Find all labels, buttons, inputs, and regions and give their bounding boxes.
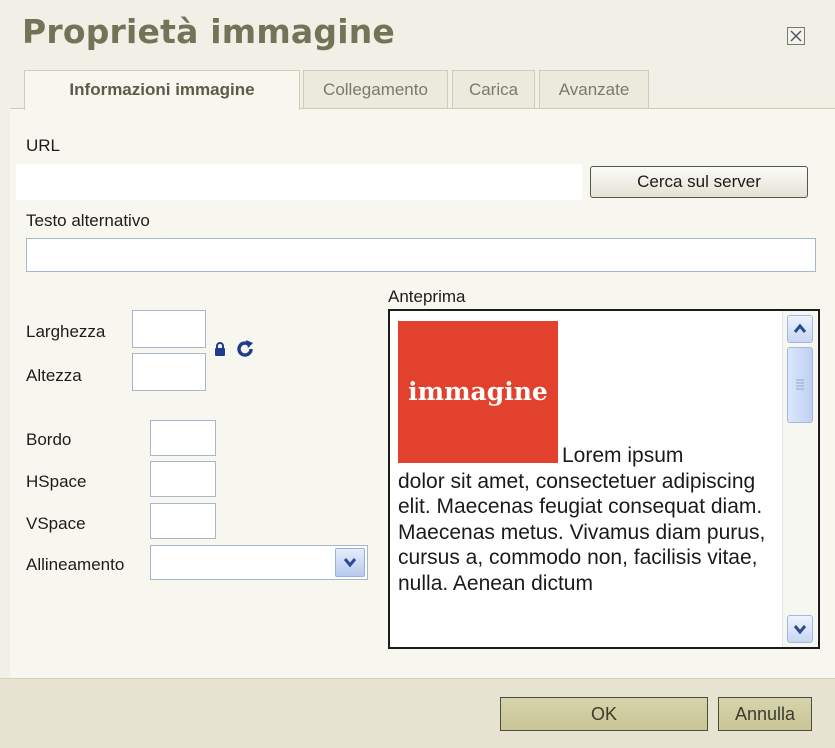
chevron-down-icon [793, 625, 807, 635]
image-properties-dialog: Proprietà immagine Informazioni immagine… [0, 0, 835, 748]
preview-label: Anteprima [388, 287, 466, 306]
align-label: Allineamento [26, 555, 125, 574]
tab-link[interactable]: Collegamento [303, 70, 448, 108]
tab-upload[interactable]: Carica [452, 70, 535, 108]
preview-image: immagine [398, 321, 558, 463]
cancel-button[interactable]: Annulla [718, 697, 812, 731]
preview-text: Lorem ipsum dolor sit amet, consectetuer… [398, 443, 774, 596]
width-label: Larghezza [26, 322, 106, 341]
chevron-up-icon [793, 323, 807, 333]
url-input[interactable] [16, 164, 582, 200]
browse-server-button[interactable]: Cerca sul server [590, 166, 808, 198]
hspace-label: HSpace [26, 472, 87, 491]
chevron-down-icon [343, 558, 357, 568]
height-label: Altezza [26, 366, 82, 385]
preview-text-first-line: Lorem ipsum [562, 444, 684, 467]
border-label: Bordo [26, 430, 72, 449]
tab-image-info[interactable]: Informazioni immagine [24, 70, 300, 110]
dialog-footer: OK Annulla [0, 678, 835, 748]
alt-text-label: Testo alternativo [26, 211, 150, 230]
align-dropdown-button[interactable] [335, 548, 365, 577]
lock-icon[interactable] [214, 342, 226, 361]
hspace-input[interactable] [150, 461, 216, 497]
scroll-thumb[interactable] [787, 347, 813, 423]
scroll-up-button[interactable] [787, 315, 813, 343]
dialog-title: Proprietà immagine [22, 12, 396, 51]
vspace-input[interactable] [150, 503, 216, 539]
preview-box: immagine Lorem ipsum dolor sit amet, con… [388, 309, 820, 649]
align-select[interactable] [150, 545, 368, 580]
width-input[interactable] [132, 310, 206, 348]
reset-size-icon[interactable] [234, 338, 256, 365]
preview-scrollbar[interactable] [782, 311, 817, 647]
border-input[interactable] [150, 420, 216, 456]
tab-advanced[interactable]: Avanzate [539, 70, 649, 108]
preview-text-body: dolor sit amet, consectetuer adipiscing … [398, 469, 766, 595]
alt-text-input[interactable] [26, 238, 816, 272]
grip-icon [796, 379, 804, 390]
height-input[interactable] [132, 353, 206, 391]
close-icon [790, 30, 802, 42]
url-label: URL [26, 136, 61, 155]
ok-button[interactable]: OK [500, 697, 708, 731]
close-button[interactable] [787, 27, 805, 45]
scroll-down-button[interactable] [787, 615, 813, 643]
vspace-label: VSpace [26, 514, 86, 533]
